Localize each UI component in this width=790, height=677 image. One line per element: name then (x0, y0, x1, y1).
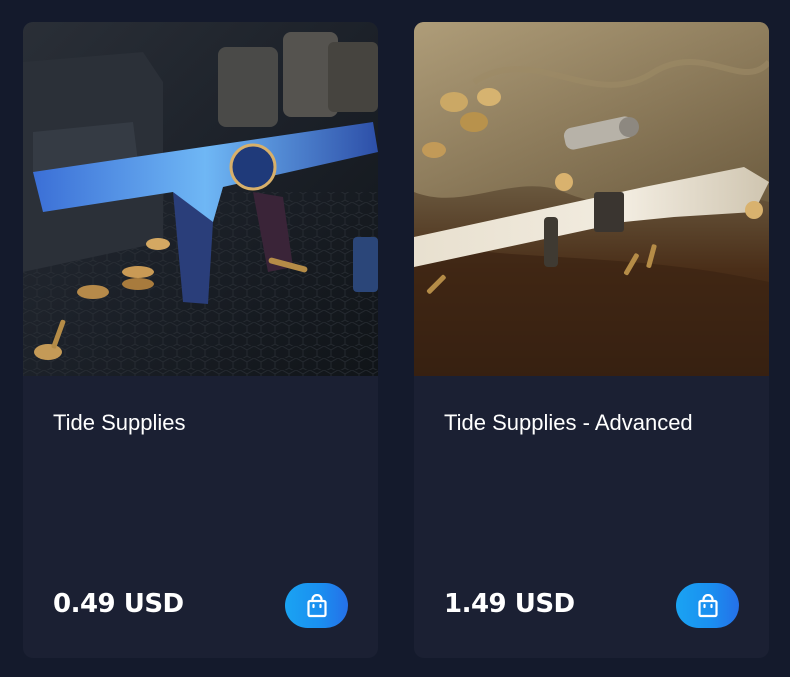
product-title: Tide Supplies (53, 410, 186, 435)
sniper-rifle-skin-image (414, 22, 769, 376)
product-price: 0.49 USD (53, 589, 184, 619)
product-price: 1.49 USD (444, 589, 575, 619)
shopping-bag-icon (306, 593, 327, 617)
product-card-tide-supplies-advanced[interactable]: Tide Supplies - Advanced 1.49 USD (414, 22, 769, 658)
buy-button[interactable] (676, 583, 739, 628)
product-image[interactable] (23, 22, 378, 376)
product-card-tide-supplies[interactable]: Tide Supplies 0.49 USD (23, 22, 378, 658)
product-grid: Tide Supplies 0.49 USD Tide Supplies - A… (23, 22, 769, 658)
shopping-bag-icon (697, 593, 718, 617)
assault-rifle-skin-image (23, 22, 378, 376)
buy-button[interactable] (285, 583, 348, 628)
product-image[interactable] (414, 22, 769, 376)
product-title: Tide Supplies - Advanced (444, 410, 693, 435)
